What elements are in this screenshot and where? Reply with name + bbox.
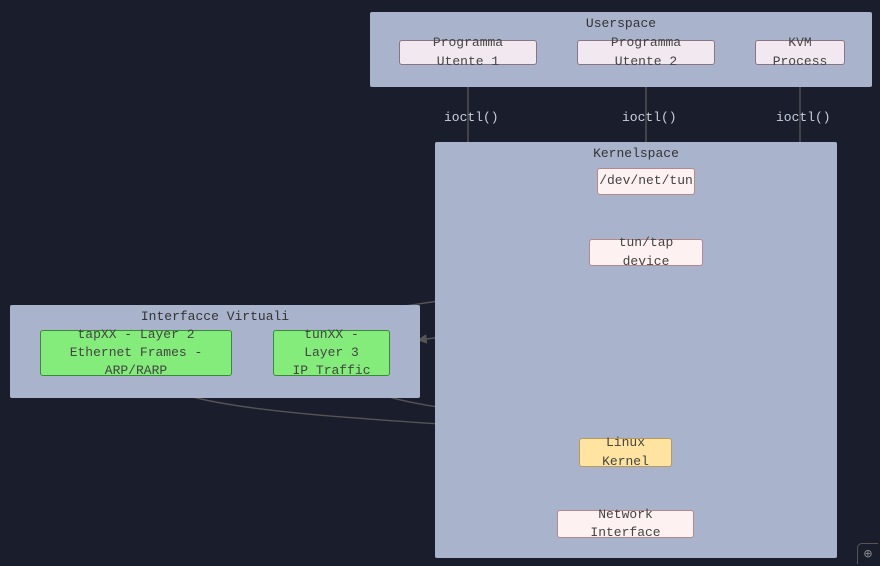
node-tun-tap-device: tun/tap device: [589, 239, 703, 266]
node-programma-utente-1: Programma Utente 1: [399, 40, 537, 65]
node-linux-kernel: Linux Kernel: [579, 438, 672, 467]
node-label: Network Interface: [566, 506, 685, 542]
node-label: Programma Utente 1: [408, 34, 528, 70]
group-interfacce-virtuali-title: Interfacce Virtuali: [10, 309, 420, 324]
node-label-line2: IP Traffic: [292, 362, 370, 380]
node-label: /dev/net/tun: [599, 172, 693, 190]
node-label-line1: tunXX - Layer 3: [282, 326, 381, 362]
group-kernelspace-title: Kernelspace: [435, 146, 837, 161]
node-kvm-process: KVM Process: [755, 40, 845, 65]
group-userspace-title: Userspace: [370, 16, 872, 31]
node-label-line2: Ethernet Frames - ARP/RARP: [49, 344, 223, 380]
group-kernelspace: Kernelspace: [435, 142, 837, 558]
node-label: KVM Process: [764, 34, 836, 70]
node-label: Linux Kernel: [588, 434, 663, 470]
node-label: Programma Utente 2: [586, 34, 706, 70]
node-label: tun/tap device: [598, 234, 694, 270]
node-programma-utente-2: Programma Utente 2: [577, 40, 715, 65]
zoom-icon: ⊕: [864, 546, 872, 563]
node-label-line1: tapXX - Layer 2: [77, 326, 194, 344]
node-tunxx: tunXX - Layer 3 IP Traffic: [273, 330, 390, 376]
edge-label-ioctl-1: ioctl(): [444, 110, 499, 125]
edge-label-ioctl-2: ioctl(): [622, 110, 677, 125]
node-tapxx: tapXX - Layer 2 Ethernet Frames - ARP/RA…: [40, 330, 232, 376]
zoom-button[interactable]: ⊕: [857, 543, 878, 564]
edge-label-ioctl-3: ioctl(): [776, 110, 831, 125]
node-network-interface: Network Interface: [557, 510, 694, 538]
node-dev-net-tun: /dev/net/tun: [597, 168, 695, 195]
